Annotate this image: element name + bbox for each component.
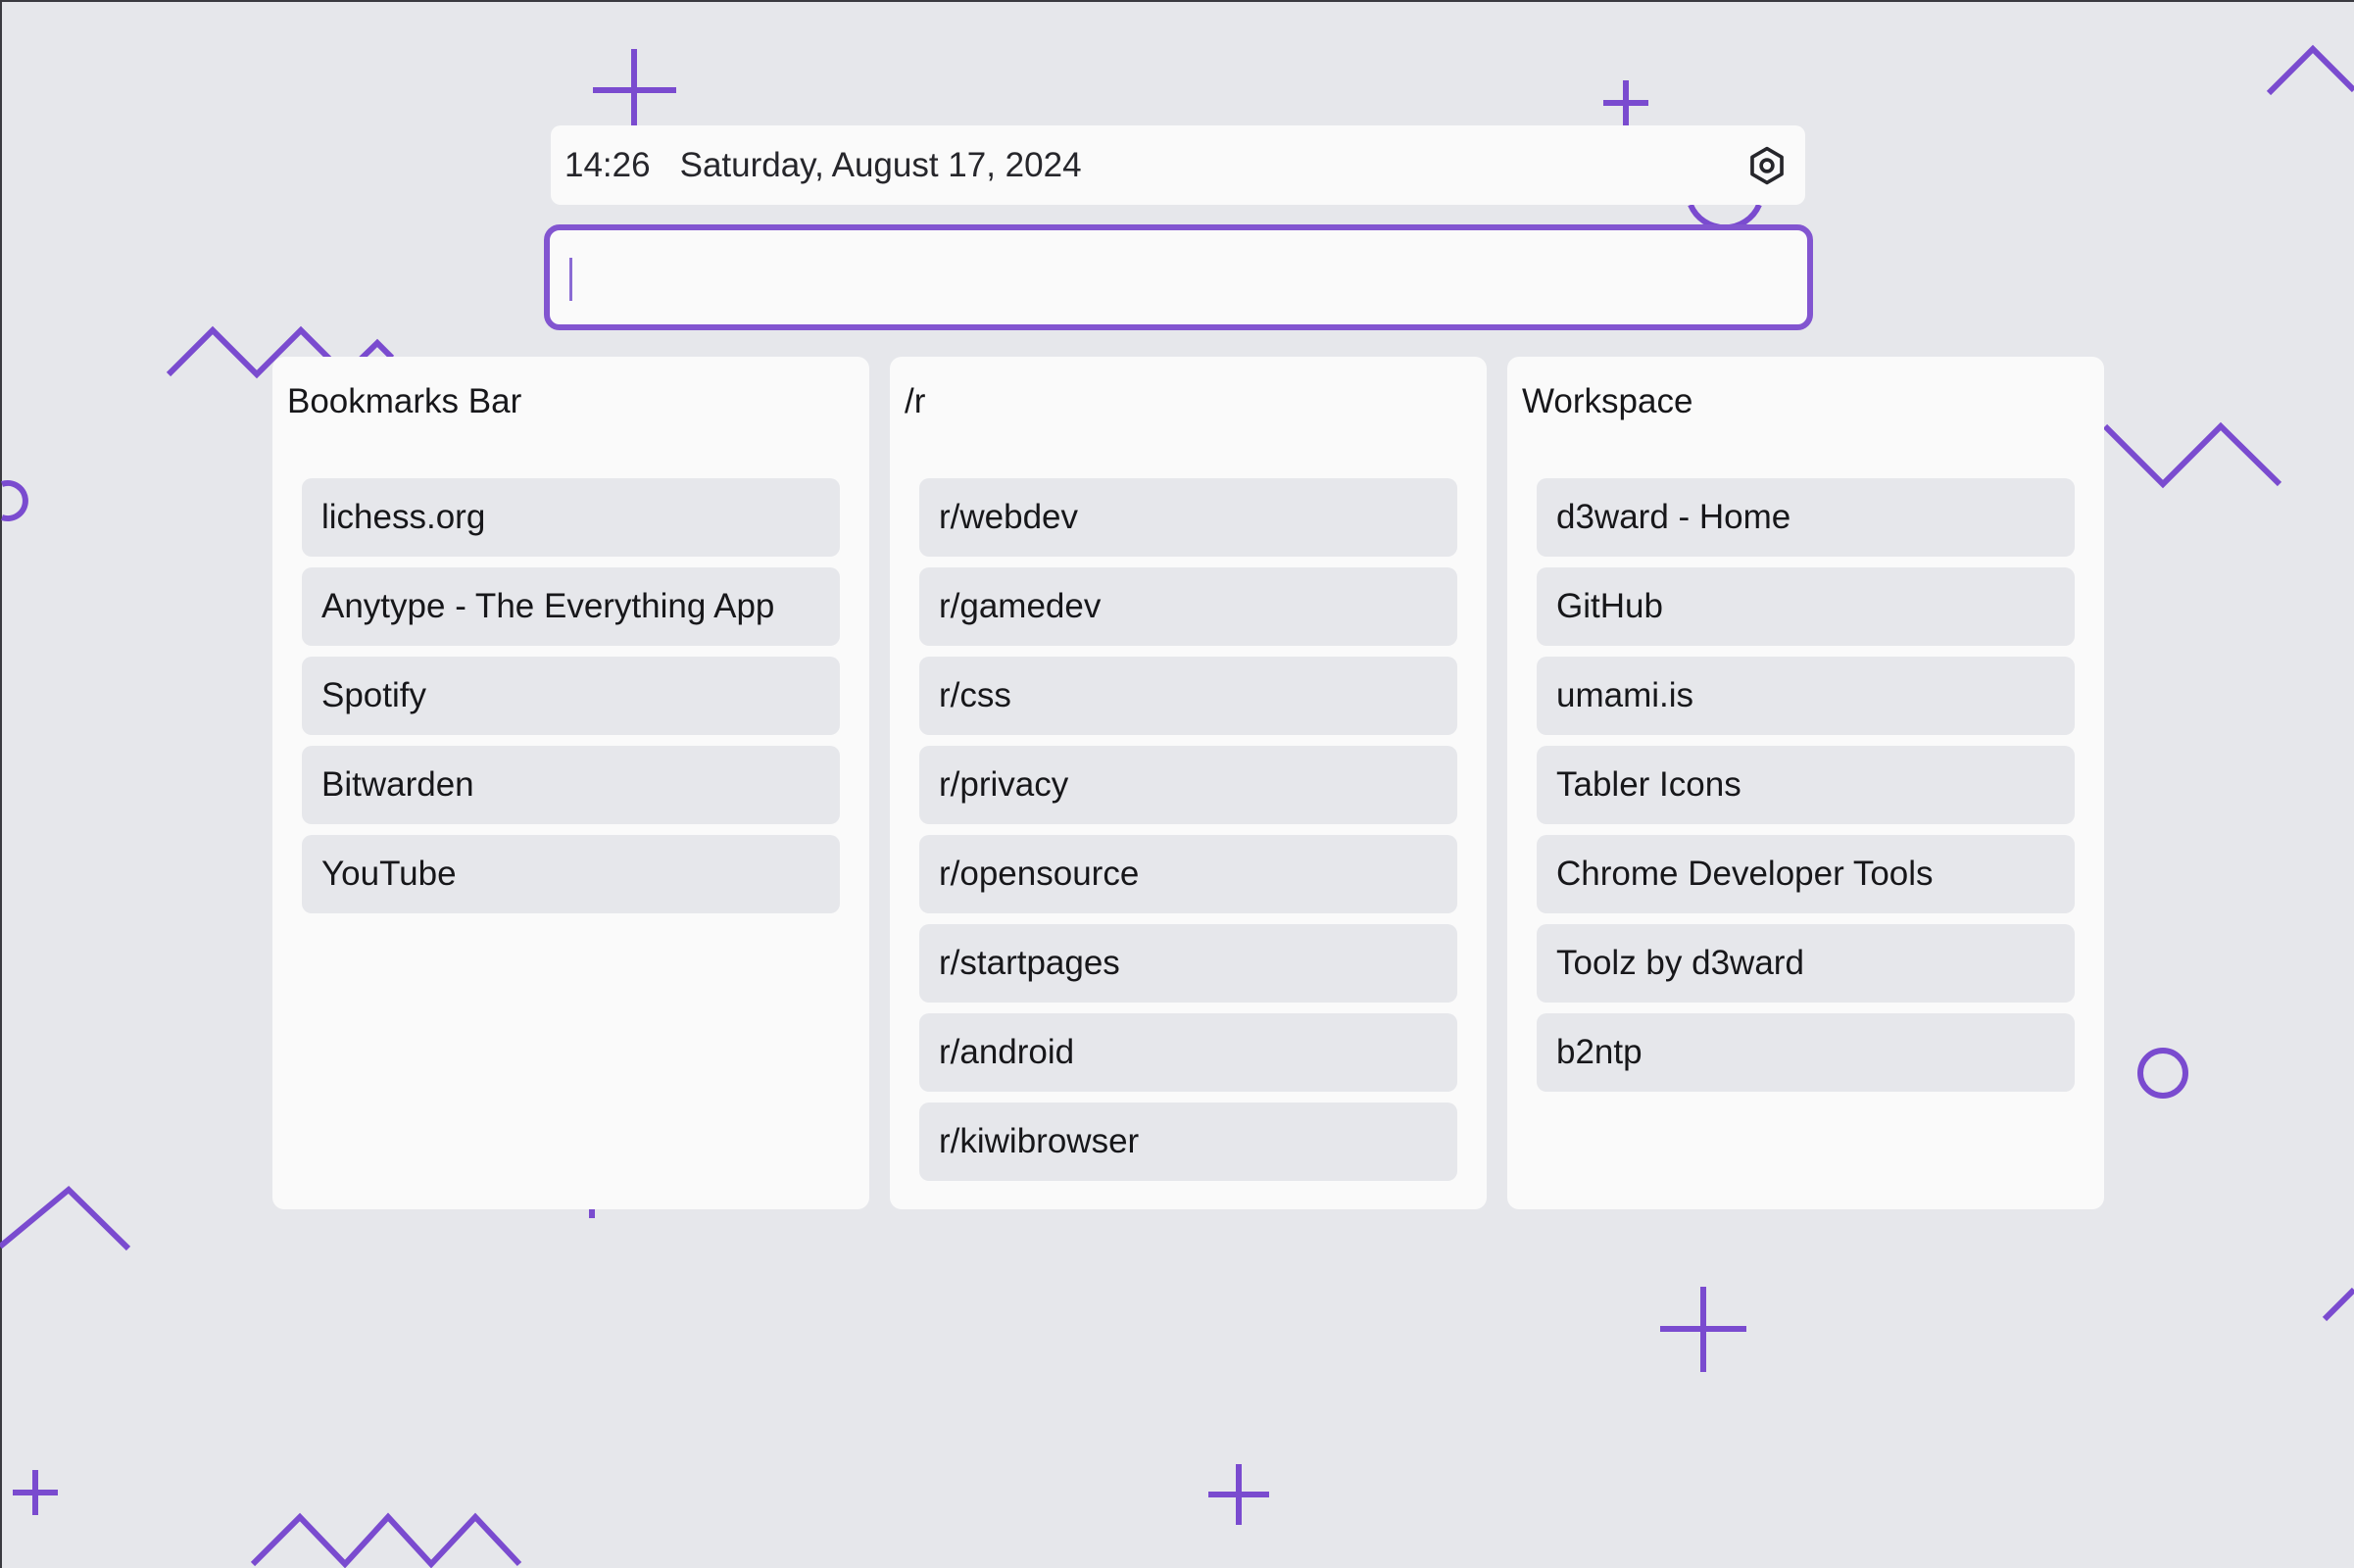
bookmark-link[interactable]: Toolz by d3ward [1537, 924, 2075, 1003]
settings-button[interactable] [1742, 141, 1791, 190]
folder-title: /r [905, 382, 926, 420]
settings-hexagon-icon [1750, 146, 1784, 184]
bookmark-link[interactable]: r/opensource [919, 835, 1457, 913]
ring-shape-icon [2137, 1048, 2188, 1099]
bookmark-link[interactable]: r/webdev [919, 478, 1457, 557]
bookmark-link[interactable]: Bitwarden [302, 746, 840, 824]
zigzag-shape-icon [0, 1185, 131, 1251]
bookmark-link[interactable]: YouTube [302, 835, 840, 913]
bookmark-link[interactable]: lichess.org [302, 478, 840, 557]
zigzag-shape-icon [2102, 421, 2282, 489]
clock-time: 14:26 [564, 145, 651, 184]
plus-shape-icon [1208, 1464, 1269, 1525]
bookmark-link[interactable]: Tabler Icons [1537, 746, 2075, 824]
plus-shape-icon [13, 1470, 58, 1515]
bookmark-link[interactable]: Anytype - The Everything App [302, 567, 840, 646]
search-input[interactable] [567, 247, 1790, 308]
bookmark-link[interactable]: Spotify [302, 657, 840, 735]
bookmark-link[interactable]: r/android [919, 1013, 1457, 1092]
plus-shape-icon [1603, 80, 1648, 125]
bookmark-link[interactable]: r/kiwibrowser [919, 1102, 1457, 1181]
plus-shape-icon [1660, 1287, 1746, 1372]
bookmark-link[interactable]: r/css [919, 657, 1457, 735]
bookmark-link[interactable]: r/privacy [919, 746, 1457, 824]
window-top-edge [0, 0, 2354, 2]
bookmark-link[interactable]: d3ward - Home [1537, 478, 2075, 557]
zigzag-shape-icon [2322, 1287, 2354, 1322]
zigzag-shape-icon [250, 1512, 522, 1568]
folder-title: Workspace [1522, 382, 1693, 420]
folder-title: Bookmarks Bar [287, 382, 522, 420]
plus-shape-icon [593, 49, 676, 127]
bookmark-folder-bookmarks-bar: Bookmarks Bar lichess.org Anytype - The … [272, 357, 869, 1209]
bookmark-link[interactable]: Chrome Developer Tools [1537, 835, 2075, 913]
current-date: Saturday, August 17, 2024 [679, 145, 1082, 184]
bookmark-folder-r: /r r/webdev r/gamedev r/css r/privacy r/… [890, 357, 1487, 1209]
window-left-edge [0, 0, 2, 1568]
header-bar: 14:26 Saturday, August 17, 2024 [551, 125, 1805, 205]
bookmark-folder-workspace: Workspace d3ward - Home GitHub umami.is … [1507, 357, 2104, 1209]
ring-shape-icon [1, 480, 28, 521]
search-box[interactable] [544, 224, 1813, 330]
bookmark-link[interactable]: b2ntp [1537, 1013, 2075, 1092]
text-cursor [569, 258, 572, 301]
zigzag-shape-icon [2266, 44, 2354, 96]
bookmark-link[interactable]: r/startpages [919, 924, 1457, 1003]
bookmark-link[interactable]: r/gamedev [919, 567, 1457, 646]
bookmark-link[interactable]: umami.is [1537, 657, 2075, 735]
bookmark-link[interactable]: GitHub [1537, 567, 2075, 646]
